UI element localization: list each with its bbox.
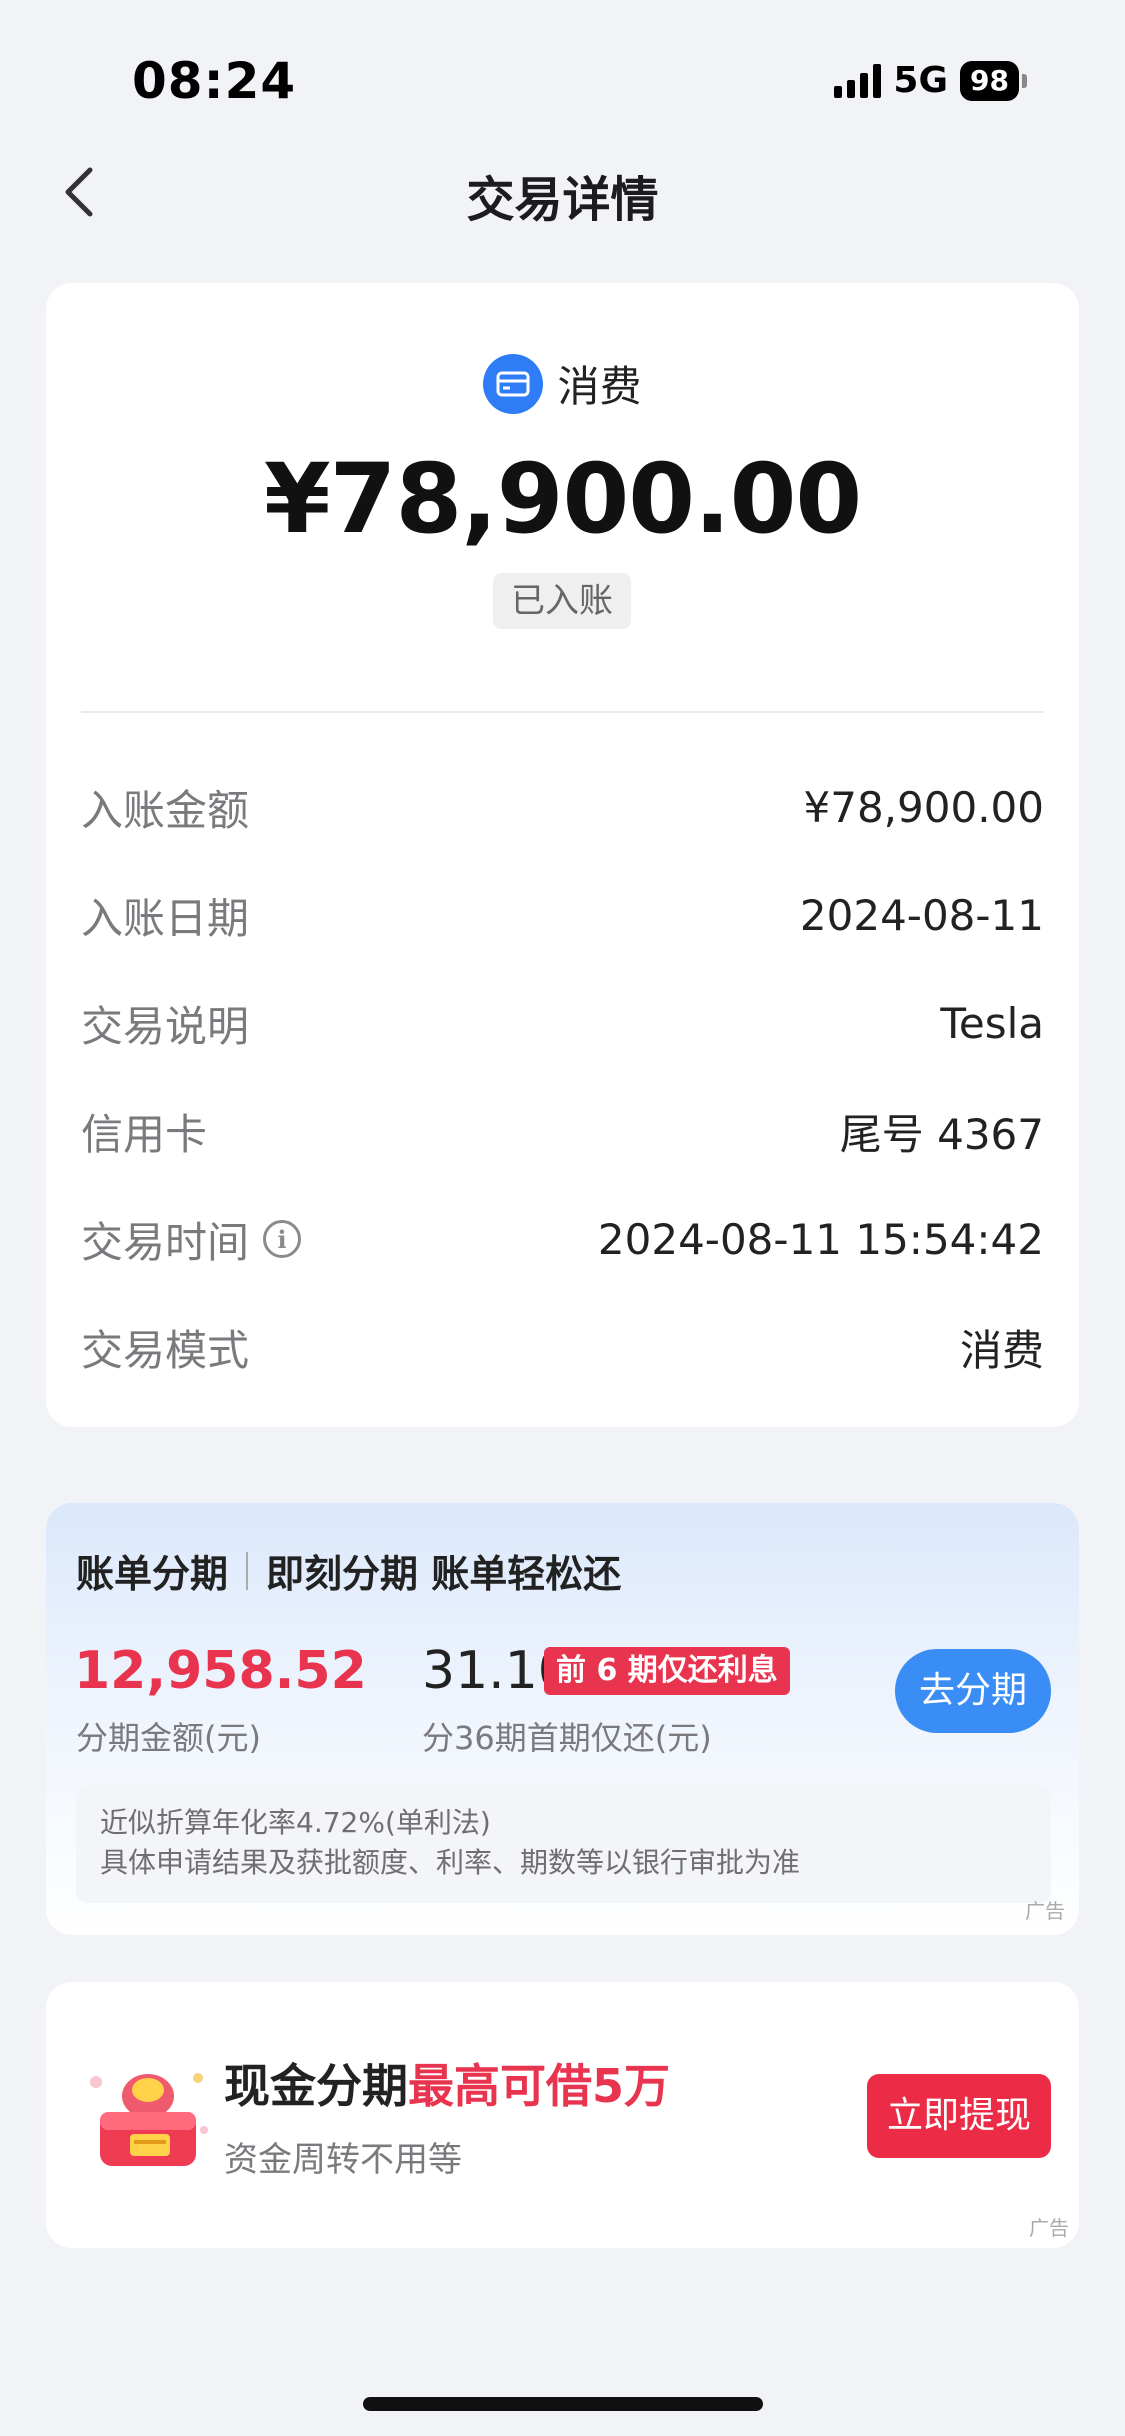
detail-row-credit-card: 信用卡 尾号 4367 bbox=[81, 1077, 1044, 1185]
page-title: 交易详情 bbox=[466, 172, 659, 228]
row-value: 消费 bbox=[959, 1325, 1044, 1375]
detail-row-description: 交易说明 Tesla bbox=[81, 969, 1044, 1077]
status-time: 08:24 bbox=[132, 52, 297, 110]
detail-row-posted-date: 入账日期 2024-08-11 bbox=[81, 861, 1044, 969]
cash-title-highlight: 最高可借5万 bbox=[408, 2059, 671, 2113]
home-indicator[interactable] bbox=[363, 2397, 763, 2411]
installment-title: 账单分期 即刻分期 账单轻松还 bbox=[76, 1543, 621, 1598]
row-value: 尾号 4367 bbox=[839, 1109, 1044, 1159]
note-line-rate: 近似折算年化率4.72%(单利法) bbox=[100, 1806, 491, 1839]
cash-installment-card[interactable]: 现金分期最高可借5万 资金周转不用等 立即提现 广告 bbox=[46, 1982, 1079, 2248]
cash-title-prefix: 现金分期 bbox=[224, 2059, 408, 2113]
info-icon[interactable]: i bbox=[263, 1220, 302, 1258]
first-payment-label: 分36期首期仅还(元) bbox=[422, 1719, 712, 1757]
signal-icon bbox=[834, 63, 882, 98]
row-label: 交易模式 bbox=[81, 1325, 250, 1375]
credit-card-icon bbox=[483, 353, 544, 414]
cash-installment-title: 现金分期最高可借5万 bbox=[224, 2050, 670, 2116]
detail-row-posted-amount: 入账金额 ¥78,900.00 bbox=[81, 753, 1044, 861]
row-label: 交易时间 i bbox=[81, 1209, 302, 1270]
installment-amount-label: 分期金额(元) bbox=[76, 1719, 261, 1757]
row-value: Tesla bbox=[940, 998, 1044, 1048]
row-label-text: 交易时间 bbox=[81, 1217, 250, 1267]
bill-installment-card[interactable]: 账单分期 即刻分期 账单轻松还 12,958.52 分期金额(元) 31.10 … bbox=[46, 1503, 1079, 1935]
row-label: 交易说明 bbox=[81, 1001, 250, 1051]
note-line-disclaimer: 具体申请结果及获批额度、利率、期数等以银行审批为准 bbox=[100, 1846, 801, 1879]
row-label: 入账日期 bbox=[81, 893, 250, 943]
transaction-amount: ¥78,900.00 bbox=[263, 443, 862, 555]
transaction-detail-card: 消费 ¥78,900.00 已入账 入账金额 ¥78,900.00 入账日期 2… bbox=[46, 283, 1079, 1427]
row-value: 2024-08-11 bbox=[799, 890, 1044, 940]
withdraw-now-button[interactable]: 立即提现 bbox=[867, 2074, 1051, 2158]
installment-title-right: 即刻分期 账单轻松还 bbox=[266, 1552, 622, 1596]
installment-note: 近似折算年化率4.72%(单利法) 具体申请结果及获批额度、利率、期数等以银行审… bbox=[76, 1785, 1051, 1903]
divider bbox=[81, 711, 1044, 713]
detail-row-transaction-mode: 交易模式 消费 bbox=[81, 1293, 1044, 1401]
row-value: ¥78,900.00 bbox=[803, 782, 1044, 832]
detail-row-transaction-time: 交易时间 i 2024-08-11 15:54:42 bbox=[81, 1185, 1044, 1293]
detail-list: 入账金额 ¥78,900.00 入账日期 2024-08-11 交易说明 Tes… bbox=[81, 753, 1044, 1401]
transaction-type: 消费 bbox=[46, 353, 1079, 414]
row-label: 入账金额 bbox=[81, 785, 250, 835]
installment-amount: 12,958.52 bbox=[74, 1641, 367, 1701]
network-type: 5G bbox=[893, 60, 949, 101]
installment-title-left: 账单分期 bbox=[76, 1552, 229, 1596]
gift-wallet-icon bbox=[90, 2073, 208, 2166]
nav-bar: 交易详情 bbox=[0, 150, 1125, 230]
status-bar: 08:24 5G 98 bbox=[0, 0, 1125, 150]
status-indicators: 5G 98 bbox=[834, 60, 1027, 101]
row-value: 2024-08-11 15:54:42 bbox=[597, 1214, 1044, 1264]
go-installment-button[interactable]: 去分期 bbox=[895, 1649, 1051, 1733]
title-separator bbox=[246, 1551, 249, 1590]
cash-installment-subtitle: 资金周转不用等 bbox=[224, 2140, 462, 2180]
battery-level: 98 bbox=[960, 60, 1019, 101]
ad-label: 广告 bbox=[1025, 1899, 1065, 1923]
status-badge: 已入账 bbox=[493, 573, 631, 629]
battery-icon: 98 bbox=[960, 60, 1027, 101]
ad-label: 广告 bbox=[1029, 2216, 1069, 2240]
transaction-type-label: 消费 bbox=[557, 362, 642, 411]
row-label: 信用卡 bbox=[81, 1109, 208, 1159]
interest-only-badge: 前 6 期仅还利息 bbox=[544, 1647, 790, 1695]
